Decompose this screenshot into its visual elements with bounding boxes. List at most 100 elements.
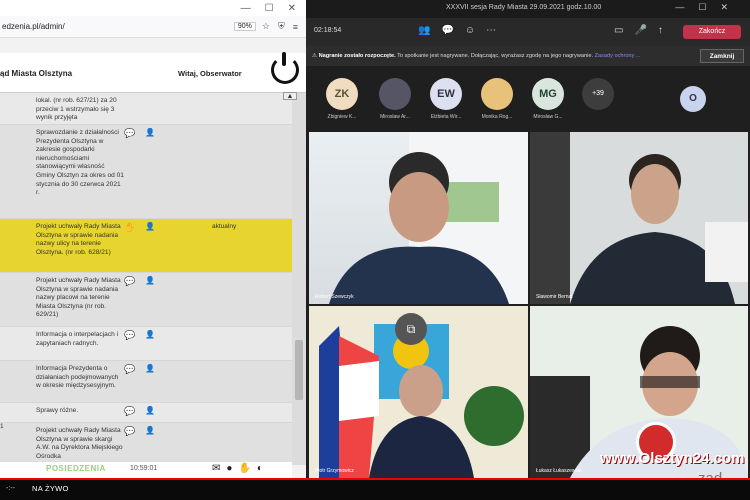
scroll-up-arrow[interactable]: ▲ — [283, 92, 297, 100]
row-text: Projekt uchwały Rady Miasta Olsztyna w s… — [36, 427, 123, 460]
row-text: Sprawozdanie z działalności Prezydenta O… — [36, 129, 124, 197]
agenda-row[interactable]: Informacja Prezydenta o działaniach pode… — [0, 361, 292, 403]
chat-icon[interactable]: ● — [226, 463, 238, 474]
more-icon[interactable]: ⋯ — [486, 25, 507, 36]
tile-name-4: Łukasz Łukaszewski — [536, 468, 582, 474]
comment-icon[interactable]: 💬 — [124, 427, 135, 436]
scrollbar[interactable] — [292, 93, 306, 465]
add-person-icon[interactable]: 👤 — [145, 426, 155, 436]
hand-raise-icon[interactable]: ✋ — [124, 223, 135, 232]
row-text: Projekt uchwały Rady Miasta Olsztyna w s… — [36, 223, 121, 256]
row-text: lokal. (nr rob. 627/21) za 20 przeciw 1 … — [36, 97, 117, 122]
agenda-list: lokal. (nr rob. 627/21) za 20 przeciw 1 … — [0, 93, 292, 465]
video-tile-2[interactable]: Sławomir Bernat — [530, 132, 748, 304]
mic-icon[interactable]: 🎤 — [634, 25, 657, 36]
meeting-toolbar: 02:18:54 👥💬☺⋯ ▭🎤↑ Zakończ — [306, 18, 750, 46]
leave-button[interactable]: Zakończ — [683, 25, 741, 39]
agenda-row[interactable]: Informacja o interpelacjach i zapytaniac… — [0, 327, 292, 361]
share-icon[interactable]: ↑ — [658, 25, 674, 36]
people-icon[interactable]: 👥 — [418, 25, 441, 36]
meeting-timer: 02:18:54 — [314, 27, 342, 34]
add-person-icon[interactable]: 👤 — [145, 330, 155, 340]
menu-icon[interactable]: ≡ — [293, 22, 298, 32]
attendee-avatar[interactable]: EW — [430, 78, 462, 110]
welcome-text: Witaj, Obserwator — [178, 69, 242, 78]
footer-time: 10:59:01 — [130, 465, 158, 472]
reactions-icon[interactable]: ☺ — [465, 25, 486, 36]
agenda-row[interactable]: Sprawozdanie z działalności Prezydenta O… — [0, 125, 292, 219]
add-person-icon[interactable]: 👤 — [145, 364, 155, 374]
hand-icon[interactable]: ✋ — [238, 463, 256, 474]
attendee-name: Monika Rog... — [481, 114, 513, 120]
close-icon[interactable]: ✕ — [288, 3, 296, 14]
address-bar[interactable]: edzenia.pl/admin/ 90% ☆ ⛨ ≡ — [0, 16, 306, 38]
agenda-row[interactable]: lokal. (nr rob. 627/21) za 20 przeciw 1 … — [0, 93, 292, 125]
player-bar: -:-- NA ŻYWO — [0, 478, 750, 500]
shield-icon[interactable]: ⛨ — [278, 21, 285, 32]
camera-icon[interactable]: ▭ — [614, 25, 634, 36]
posiedzenia-logo: POSIEDZENIA — [46, 464, 106, 473]
attendee-avatar[interactable]: MG — [532, 78, 564, 110]
app-title: ąd Miasta Olsztyna — [0, 69, 73, 78]
add-person-icon[interactable]: 👤 — [145, 276, 155, 286]
meeting-controls[interactable]: 👥💬☺⋯ — [418, 25, 507, 36]
attendee-avatar[interactable] — [379, 78, 411, 110]
recording-banner: ⚠ Nagranie zostało rozpoczęte. To spotka… — [306, 46, 750, 66]
more-attendees-button[interactable]: +39 — [582, 78, 614, 110]
row-status: aktualny — [212, 223, 237, 230]
row-text: Informacja Prezydenta o działaniach pode… — [36, 365, 119, 390]
add-person-icon[interactable]: 👤 — [145, 406, 155, 416]
logout-power-icon[interactable] — [271, 52, 299, 84]
comment-icon[interactable]: 💬 — [124, 407, 135, 416]
teams-titlebar: XXXVII sesja Rady Miasta 29.09.2021 godz… — [306, 0, 750, 18]
app-header: ąd Miasta Olsztyna Witaj, Obserwator — [0, 53, 306, 93]
banner-close-button[interactable]: Zamknij — [700, 49, 744, 63]
add-person-icon[interactable]: 👤 — [145, 128, 155, 138]
window-controls: — ☐ ✕ — [0, 0, 306, 16]
attendee-name: Mirosław Ar... — [380, 114, 410, 120]
video-tile-1[interactable]: Robert Szewczyk — [309, 132, 528, 304]
live-indicator[interactable]: NA ŻYWO — [32, 484, 69, 493]
bookmark-icon[interactable]: ☆ — [262, 21, 270, 32]
attendee-name: Zbigniew K... — [327, 114, 357, 120]
teams-window-controls[interactable]: —☐✕ — [675, 2, 742, 13]
attendee-avatar[interactable] — [481, 78, 513, 110]
progress-bar[interactable] — [0, 478, 750, 480]
agenda-row[interactable]: Projekt uchwały Rady Miasta Olsztyna w s… — [0, 219, 292, 273]
zoom-level[interactable]: 90% — [233, 22, 256, 31]
scrollbar-thumb[interactable] — [295, 340, 303, 400]
av-controls[interactable]: ▭🎤↑ — [614, 25, 674, 36]
attendee-avatar[interactable]: ZK — [326, 78, 358, 110]
watermark-text: www.Olsztyn24.com — [600, 450, 745, 467]
agenda-row[interactable]: Sprawy różne. 💬 👤 — [0, 403, 292, 423]
comment-icon[interactable]: 💬 — [124, 129, 135, 138]
popout-icon[interactable]: ⧉ — [395, 313, 427, 345]
meeting-title: XXXVII sesja Rady Miasta 29.09.2021 godz… — [446, 4, 602, 11]
comment-icon[interactable]: 💬 — [124, 331, 135, 340]
privacy-link[interactable]: Zasady ochrony ... — [595, 53, 641, 59]
banner-bold: Nagranie zostało rozpoczęte. — [318, 53, 396, 59]
add-person-icon[interactable]: 👤 — [145, 222, 155, 232]
app-footer: POSIEDZENIA 10:59:01 ✉●✋◐ — [0, 462, 292, 478]
agenda-row[interactable]: Projekt uchwały Rady Miasta Olsztyna w s… — [0, 273, 292, 327]
mail-icon[interactable]: ✉ — [212, 463, 226, 474]
tile-name-3: Piotr Grzymowicz — [315, 468, 354, 474]
row-number: 1 — [0, 423, 4, 430]
agenda-row[interactable]: 1 Projekt uchwały Rady Miasta Olsztyna w … — [0, 423, 292, 463]
url-text[interactable]: edzenia.pl/admin/ — [2, 22, 234, 31]
comment-icon[interactable]: 💬 — [124, 365, 135, 374]
attendee-strip: +39 O ZK Zbigniew K... Mirosław Ar... EW Elż… — [306, 66, 750, 128]
self-avatar[interactable]: O — [680, 86, 706, 112]
comment-icon[interactable]: 💬 — [124, 277, 135, 286]
contrast-icon[interactable]: ◐ — [257, 463, 269, 474]
video-frame-2 — [530, 132, 748, 304]
row-text: Sprawy różne. — [36, 407, 79, 414]
attendee-name: Elżbieta Wir... — [430, 114, 462, 120]
minimize-icon[interactable]: — — [241, 3, 251, 14]
maximize-icon[interactable]: ☐ — [265, 3, 274, 14]
tile-name-1: Robert Szewczyk — [315, 294, 354, 300]
row-text: Informacja o interpelacjach i zapytaniac… — [36, 331, 119, 347]
chat-bubble-icon[interactable]: 💬 — [441, 25, 464, 36]
row-text: Projekt uchwały Rady Miasta Olsztyna w s… — [36, 277, 121, 319]
screen: — ☐ ✕ edzenia.pl/admin/ 90% ☆ ⛨ ≡ ąd Mia… — [0, 0, 750, 500]
